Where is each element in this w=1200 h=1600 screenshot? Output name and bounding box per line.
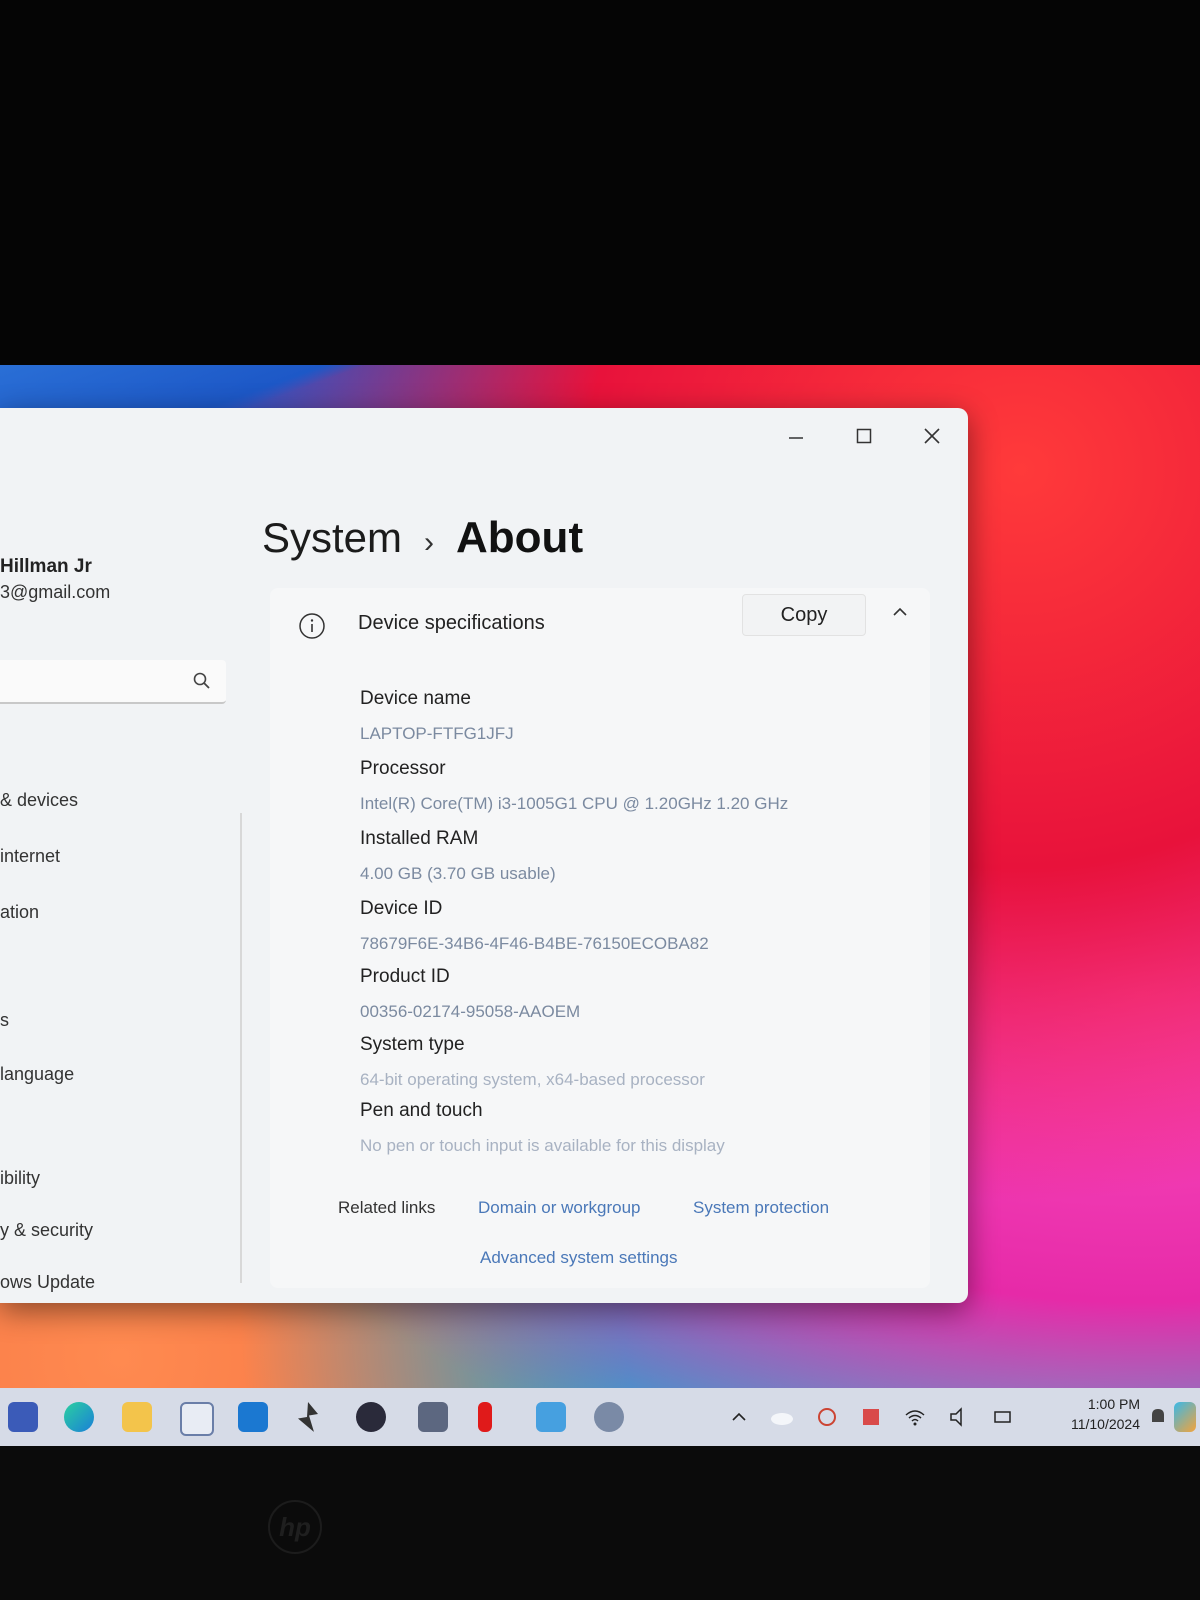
- spec-value: 64-bit operating system, x64-based proce…: [360, 1070, 705, 1089]
- edge-icon[interactable]: [64, 1402, 94, 1432]
- breadcrumb-system[interactable]: System: [262, 514, 402, 562]
- close-button[interactable]: [916, 420, 948, 452]
- user-email: 3@gmail.com: [0, 582, 111, 602]
- spec-processor: Processor Intel(R) Core(TM) i3-1005G1 CP…: [360, 758, 788, 814]
- related-links-label: Related links: [338, 1198, 436, 1217]
- sidebar-item-network-internet[interactable]: internet: [0, 846, 60, 867]
- maximize-icon: [856, 428, 872, 444]
- breadcrumb: System › About: [262, 513, 583, 563]
- user-name: Hillman Jr: [0, 556, 92, 577]
- spec-product-id: Product ID 00356-02174-95058-AAOEM: [360, 966, 580, 1022]
- device-specifications-header[interactable]: Device specifications Copy: [270, 588, 930, 656]
- minimize-button[interactable]: [780, 420, 812, 452]
- netflix-icon[interactable]: [478, 1402, 492, 1432]
- security-icon[interactable]: [860, 1406, 882, 1428]
- spec-value: 4.00 GB (3.70 GB usable): [360, 864, 556, 883]
- chevron-up-icon[interactable]: [890, 602, 910, 622]
- spec-label: System type: [360, 1034, 465, 1055]
- spec-system-type: System type 64-bit operating system, x64…: [360, 1034, 705, 1090]
- wifi-icon[interactable]: [904, 1406, 926, 1428]
- spec-installed-ram: Installed RAM 4.00 GB (3.70 GB usable): [360, 828, 556, 884]
- spec-label: Device name: [360, 688, 471, 709]
- link-domain-or-workgroup[interactable]: Domain or workgroup: [478, 1198, 641, 1218]
- sidebar-item-privacy-security[interactable]: y & security: [0, 1220, 93, 1241]
- sync-icon[interactable]: [816, 1406, 838, 1428]
- user-profile[interactable]: Hillman Jr 3@gmail.com: [0, 556, 110, 603]
- clock-time: 1:00 PM: [1087, 1396, 1140, 1412]
- volume-icon[interactable]: [948, 1406, 970, 1428]
- link-advanced-system-settings[interactable]: Advanced system settings: [480, 1248, 677, 1268]
- onedrive-icon[interactable]: [770, 1409, 794, 1425]
- settings-search-input[interactable]: [0, 660, 226, 704]
- close-icon: [924, 428, 940, 444]
- spec-pen-and-touch: Pen and touch No pen or touch input is a…: [360, 1100, 725, 1156]
- widgets-icon[interactable]: [1174, 1402, 1196, 1432]
- sidebar-item-accounts[interactable]: s: [0, 1010, 9, 1031]
- chevron-up-icon[interactable]: [730, 1408, 748, 1426]
- spec-device-id: Device ID 78679F6E-34B6-4F46-B4BE-76150E…: [360, 898, 709, 954]
- sidebar-item-windows-update[interactable]: ows Update: [0, 1272, 95, 1293]
- notification-bell-icon[interactable]: [1148, 1406, 1168, 1428]
- spec-value: 00356-02174-95058-AAOEM: [360, 1002, 581, 1021]
- info-icon: [299, 613, 325, 639]
- breadcrumb-separator: ›: [424, 526, 435, 559]
- sidebar-item-time-language[interactable]: language: [0, 1064, 74, 1085]
- copy-button[interactable]: Copy: [742, 594, 866, 636]
- maximize-button[interactable]: [848, 420, 880, 452]
- spec-device-name: Device name LAPTOP-FTFG1JFJ: [360, 688, 514, 744]
- search-icon: [193, 672, 210, 689]
- spec-value: LAPTOP-FTFG1JFJ: [360, 724, 514, 743]
- window-controls: [780, 420, 948, 452]
- spec-value: 78679F6E-34B6-4F46-B4BE-76150ECOBA82: [360, 934, 709, 953]
- battery-icon[interactable]: [992, 1406, 1014, 1428]
- spec-label: Product ID: [360, 966, 450, 987]
- h-app-icon[interactable]: [418, 1402, 448, 1432]
- device-specifications-title: Device specifications: [358, 612, 545, 634]
- sidebar-item-personalization[interactable]: ation: [0, 902, 39, 923]
- device-specifications-card: Device specifications Copy Device name L…: [270, 588, 930, 1288]
- spec-label: Installed RAM: [360, 828, 479, 849]
- hp-logo: hp: [268, 1500, 322, 1554]
- outlook-icon[interactable]: [238, 1402, 268, 1432]
- taskbar: 1:00 PM 11/10/2024: [0, 1388, 1200, 1446]
- settings-gear-icon[interactable]: [594, 1402, 624, 1432]
- link-system-protection[interactable]: System protection: [693, 1198, 829, 1218]
- sidebar-divider: [240, 813, 242, 1283]
- minimize-icon: [789, 437, 803, 439]
- teams-icon[interactable]: [8, 1402, 38, 1432]
- system-tray: [730, 1388, 1014, 1446]
- spec-label: Pen and touch: [360, 1100, 483, 1121]
- settings-window: Hillman Jr 3@gmail.com & devices interne…: [0, 408, 968, 1303]
- sidebar-item-accessibility[interactable]: ibility: [0, 1168, 40, 1189]
- photos-icon[interactable]: [536, 1402, 566, 1432]
- laptop-bezel: [0, 1446, 1200, 1600]
- taskbar-clock[interactable]: 1:00 PM 11/10/2024: [1071, 1394, 1140, 1434]
- spec-label: Device ID: [360, 898, 443, 919]
- file-explorer-icon[interactable]: [122, 1402, 152, 1432]
- spec-label: Processor: [360, 758, 446, 779]
- clock-date: 11/10/2024: [1070, 1416, 1140, 1432]
- lightning-app-icon[interactable]: [298, 1402, 318, 1432]
- sidebar-item-bluetooth-devices[interactable]: & devices: [0, 790, 78, 811]
- spec-value: No pen or touch input is available for t…: [360, 1136, 725, 1155]
- spec-value: Intel(R) Core(TM) i3-1005G1 CPU @ 1.20GH…: [360, 794, 789, 813]
- page-title: About: [456, 513, 584, 562]
- store-icon[interactable]: [180, 1402, 214, 1436]
- media-player-icon[interactable]: [356, 1402, 386, 1432]
